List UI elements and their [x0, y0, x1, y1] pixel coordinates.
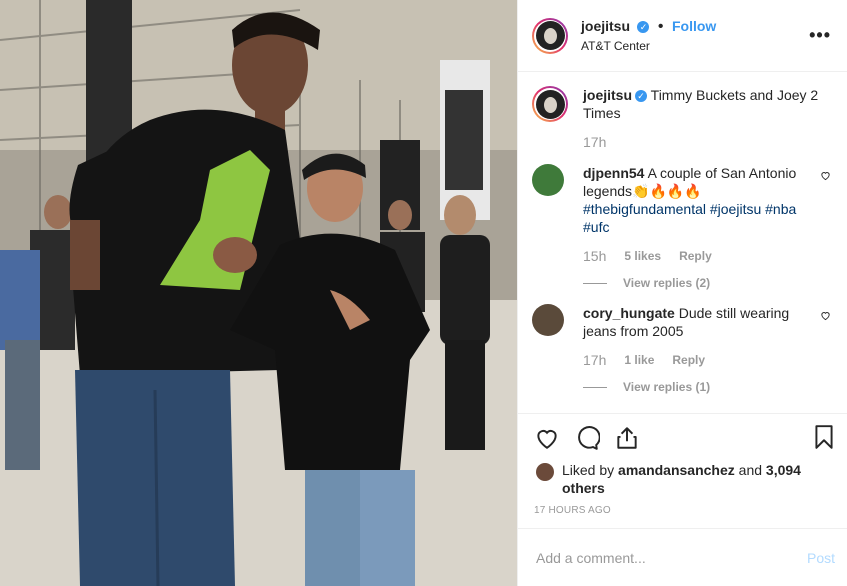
- liked-by: Liked by amandansanchez and 3,094 others: [518, 461, 847, 497]
- comment-likes[interactable]: 5 likes: [624, 249, 661, 263]
- comment-item: djpenn54 A couple of San Antonio legends…: [532, 164, 831, 290]
- comment-username[interactable]: djpenn54: [583, 165, 644, 181]
- liked-by-and: and: [738, 462, 763, 478]
- post-header: joejitsu ✓ • Follow AT&T Center •••: [518, 0, 847, 72]
- author-username[interactable]: joejitsu: [581, 18, 630, 34]
- caption-avatar[interactable]: [532, 86, 568, 122]
- comment-input[interactable]: [534, 548, 807, 567]
- verified-badge-icon: ✓: [635, 90, 648, 103]
- commenter-avatar[interactable]: [532, 304, 564, 336]
- post-photo[interactable]: [0, 0, 517, 586]
- caption-time[interactable]: 17h: [583, 134, 831, 150]
- comment-hashtags[interactable]: #thebigfundamental #joejitsu #nba #ufc: [583, 200, 807, 236]
- post-side-panel: joejitsu ✓ • Follow AT&T Center ••• joej…: [517, 0, 847, 586]
- post-location[interactable]: AT&T Center: [581, 39, 809, 53]
- follow-button[interactable]: Follow: [672, 18, 716, 34]
- view-replies-label: View replies (1): [623, 380, 711, 394]
- caption-username[interactable]: joejitsu: [583, 87, 632, 103]
- comment-username[interactable]: cory_hungate: [583, 305, 675, 321]
- comment-item: cory_hungate Dude still wearing jeans fr…: [532, 304, 831, 394]
- post-actions: [518, 413, 847, 461]
- comments-section: joejitsu ✓ Timmy Buckets and Joey 2 Times…: [518, 72, 847, 413]
- view-replies-line: [583, 386, 607, 388]
- reply-button[interactable]: Reply: [672, 353, 705, 367]
- heart-icon[interactable]: [534, 425, 560, 451]
- comment-time[interactable]: 15h: [583, 248, 606, 264]
- comment-likes[interactable]: 1 like: [624, 353, 654, 367]
- photo-illustration: [0, 0, 517, 586]
- liker-username[interactable]: amandansanchez: [618, 462, 735, 478]
- post-caption: joejitsu ✓ Timmy Buckets and Joey 2 Times: [532, 86, 831, 122]
- more-options-icon[interactable]: •••: [809, 25, 831, 46]
- reply-button[interactable]: Reply: [679, 249, 712, 263]
- comment-like-heart-icon[interactable]: [820, 310, 831, 321]
- separator-dot: •: [657, 18, 664, 35]
- view-replies-line: [583, 282, 607, 284]
- share-icon[interactable]: [614, 425, 640, 451]
- comment-time[interactable]: 17h: [583, 352, 606, 368]
- view-replies-label: View replies (2): [623, 276, 711, 290]
- instagram-post: joejitsu ✓ • Follow AT&T Center ••• joej…: [0, 0, 847, 586]
- view-replies-button[interactable]: View replies (2): [583, 276, 807, 290]
- comment-icon[interactable]: [574, 425, 600, 451]
- post-comment-button[interactable]: Post: [807, 550, 835, 566]
- comment-like-heart-icon[interactable]: [820, 170, 831, 181]
- bookmark-icon[interactable]: [811, 424, 837, 450]
- liked-by-prefix: Liked by: [562, 462, 615, 478]
- verified-badge-icon: ✓: [637, 20, 650, 33]
- view-replies-button[interactable]: View replies (1): [583, 380, 807, 394]
- author-avatar[interactable]: [532, 17, 568, 54]
- commenter-avatar[interactable]: [532, 164, 564, 196]
- add-comment-bar: Post: [518, 528, 847, 586]
- liker-avatar[interactable]: [536, 463, 554, 481]
- post-timestamp[interactable]: 17 HOURS AGO: [518, 497, 847, 516]
